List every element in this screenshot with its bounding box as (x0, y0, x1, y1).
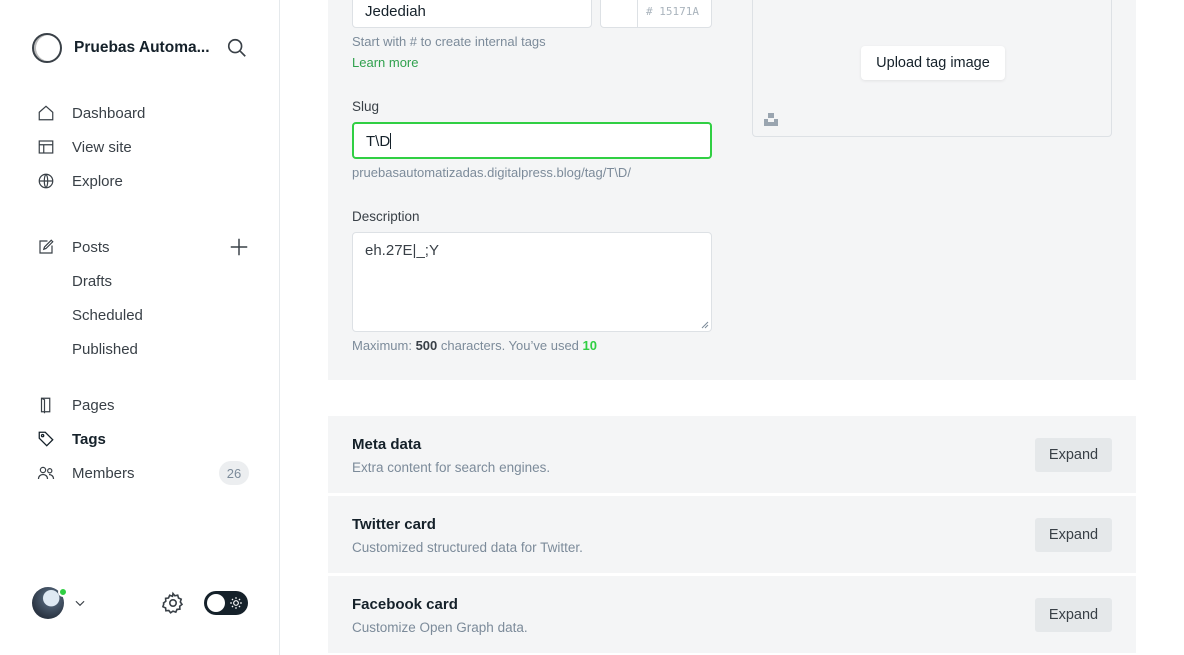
section-title: Meta data (352, 436, 422, 453)
chevron-down-icon[interactable] (73, 596, 87, 610)
brand[interactable]: Pruebas Automa... (32, 32, 210, 64)
sidebar-item-label: Dashboard (72, 104, 146, 122)
slug-label: Slug (352, 99, 380, 114)
home-icon (36, 103, 56, 123)
max-mid: characters. You’ve used (437, 338, 583, 353)
sidebar-item-published[interactable]: Published (72, 341, 138, 358)
expand-facebook-card-button[interactable]: Expand (1035, 598, 1112, 632)
sidebar-item-view-site[interactable]: View site (36, 135, 132, 159)
twitter-card-section: Twitter card Customized structured data … (328, 496, 1136, 573)
tag-icon (36, 429, 56, 449)
site-name: Pruebas Automa... (74, 39, 210, 56)
explore-icon (36, 171, 56, 191)
slug-value: T\D (366, 133, 391, 150)
tag-name-input[interactable]: Jedediah (352, 0, 592, 28)
sidebar-item-label: Explore (72, 172, 123, 190)
section-title: Twitter card (352, 516, 436, 533)
color-swatch[interactable] (600, 0, 638, 28)
sidebar-item-scheduled[interactable]: Scheduled (72, 307, 143, 324)
max-value: 500 (415, 338, 438, 353)
view-site-icon (36, 137, 56, 157)
description-textarea[interactable]: eh.27E|_;Y (352, 232, 712, 332)
description-value: eh.27E|_;Y (365, 242, 439, 259)
dark-mode-toggle[interactable] (204, 591, 248, 615)
main-content: Jedediah # 15171A Start with # to create… (280, 0, 1184, 655)
upload-tag-image-button[interactable]: Upload tag image (861, 46, 1005, 80)
sidebar-item-explore[interactable]: Explore (36, 169, 123, 193)
sidebar-item-drafts[interactable]: Drafts (72, 273, 112, 290)
expand-meta-data-button[interactable]: Expand (1035, 438, 1112, 472)
online-status-dot (58, 587, 68, 597)
tag-settings-panel: Jedediah # 15171A Start with # to create… (328, 0, 1136, 380)
toggle-knob (207, 594, 225, 612)
members-count-badge: 26 (219, 461, 249, 485)
sidebar-item-label: Posts (72, 238, 110, 256)
unsplash-icon[interactable] (763, 111, 779, 127)
section-subtitle: Customize Open Graph data. (352, 620, 528, 635)
section-title: Facebook card (352, 596, 458, 613)
site-logo (32, 33, 62, 63)
sidebar-item-dashboard[interactable]: Dashboard (36, 101, 145, 125)
text-caret (390, 133, 392, 149)
slug-url-preview: pruebasautomatizadas.digitalpress.blog/t… (352, 165, 631, 180)
search-icon[interactable] (226, 37, 248, 59)
sidebar-item-tags[interactable]: Tags (36, 427, 106, 451)
section-subtitle: Customized structured data for Twitter. (352, 540, 583, 555)
resize-handle-icon[interactable] (701, 321, 709, 329)
sidebar: Pruebas Automa... Dashboard View site Ex… (0, 0, 280, 655)
facebook-card-section: Facebook card Customize Open Graph data.… (328, 576, 1136, 653)
sidebar-item-pages[interactable]: Pages (36, 393, 115, 417)
pages-icon (36, 395, 56, 415)
posts-icon (36, 237, 56, 257)
sidebar-item-posts[interactable]: Posts (36, 235, 110, 259)
sidebar-item-label: Members (72, 464, 135, 482)
tag-image-dropzone[interactable]: Upload tag image (752, 0, 1112, 137)
name-hint: Start with # to create internal tags (352, 34, 546, 49)
character-count: Maximum: 500 characters. You’ve used 10 (352, 338, 597, 353)
sun-icon (230, 597, 242, 609)
plus-icon[interactable] (228, 236, 250, 258)
description-label: Description (352, 209, 420, 224)
members-icon (36, 463, 56, 483)
max-prefix: Maximum: (352, 338, 416, 353)
sidebar-item-label: View site (72, 138, 132, 156)
sidebar-item-members[interactable]: Members (36, 461, 135, 485)
sidebar-item-label: Pages (72, 396, 115, 414)
meta-data-section: Meta data Extra content for search engin… (328, 416, 1136, 493)
used-count: 10 (582, 338, 597, 353)
expand-twitter-card-button[interactable]: Expand (1035, 518, 1112, 552)
learn-more-link[interactable]: Learn more (352, 55, 418, 70)
color-hex-input[interactable]: # 15171A (637, 0, 712, 28)
sidebar-item-label: Tags (72, 430, 106, 448)
slug-input[interactable]: T\D (352, 122, 712, 159)
gear-icon[interactable] (161, 591, 185, 615)
section-subtitle: Extra content for search engines. (352, 460, 551, 475)
